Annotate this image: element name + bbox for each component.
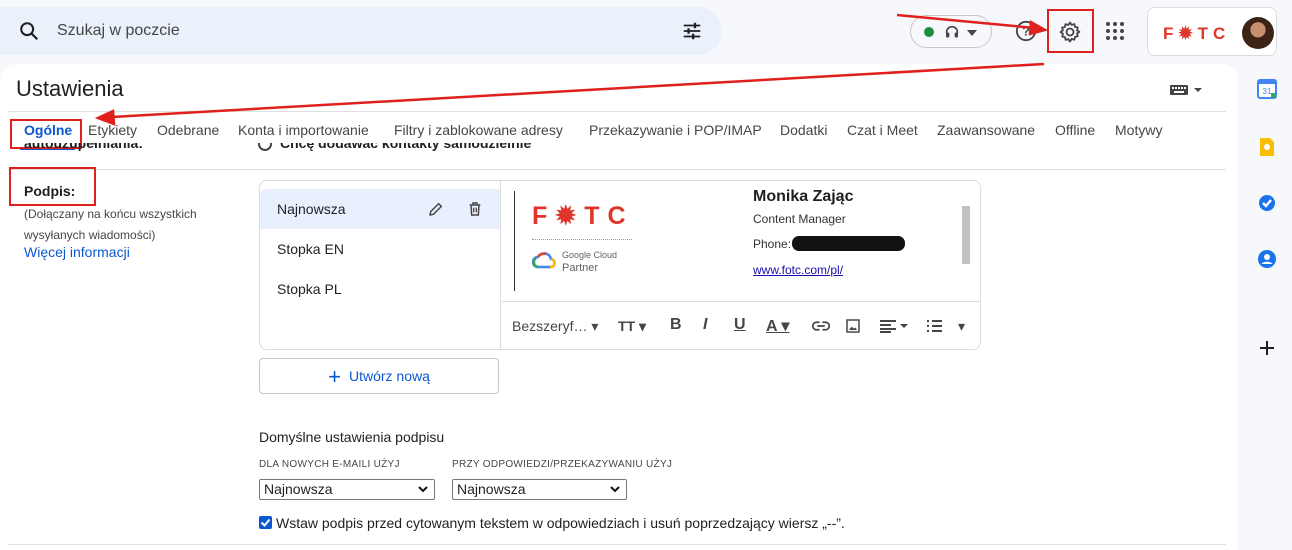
annotation-arrows [94, 13, 1049, 126]
